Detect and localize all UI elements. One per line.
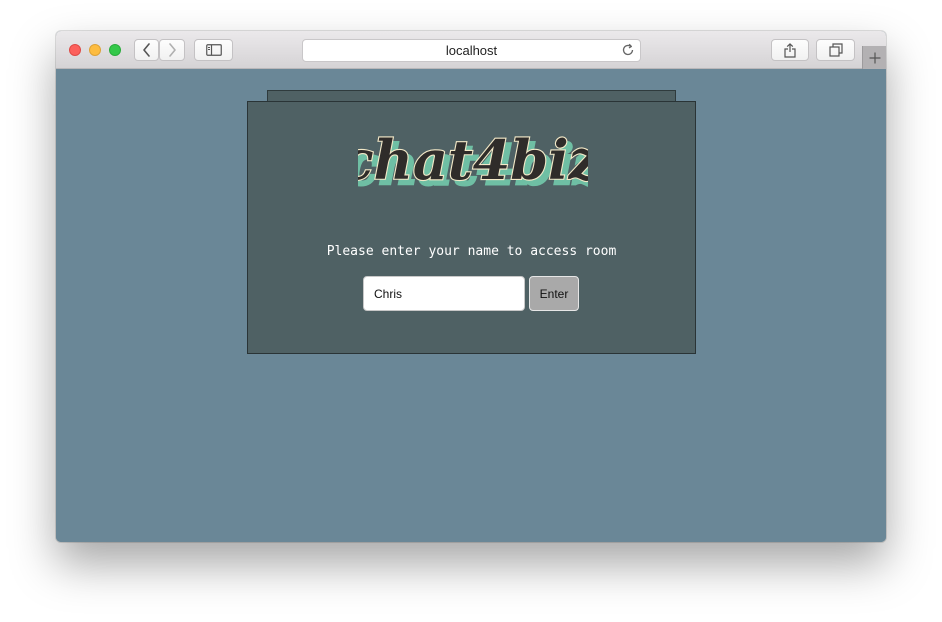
page-content: chat4biz chat4biz Please enter your name… [56, 69, 886, 542]
sidebar-icon [205, 44, 222, 56]
back-button[interactable] [134, 39, 159, 61]
enter-button[interactable]: Enter [529, 276, 579, 311]
minimize-window-button[interactable] [89, 44, 101, 56]
browser-toolbar: localhost [56, 31, 886, 70]
share-icon [784, 42, 796, 58]
forward-button[interactable] [159, 39, 185, 61]
tabs-overview-button[interactable] [816, 39, 855, 61]
chat4biz-logo: chat4biz chat4biz [358, 130, 588, 199]
new-tab-button[interactable] [862, 46, 886, 70]
reload-icon[interactable] [621, 43, 635, 57]
tabs-overview-icon [828, 43, 843, 57]
access-prompt: Please enter your name to access room [326, 244, 617, 259]
share-button[interactable] [771, 39, 809, 61]
back-chevron-icon [142, 43, 150, 57]
zoom-window-button[interactable] [109, 44, 121, 56]
address-text: localhost [445, 43, 498, 58]
browser-window: localhost chat4bi hat4biz Please enter y… [56, 31, 886, 542]
name-input[interactable] [363, 276, 525, 311]
address-bar[interactable]: localhost [302, 39, 641, 62]
login-card: chat4biz chat4biz Please enter your name… [247, 101, 696, 354]
logo-text: chat4biz [358, 130, 588, 192]
sidebar-button[interactable] [194, 39, 233, 61]
plus-icon [869, 52, 880, 64]
forward-chevron-icon [169, 43, 176, 57]
close-window-button[interactable] [69, 44, 81, 56]
